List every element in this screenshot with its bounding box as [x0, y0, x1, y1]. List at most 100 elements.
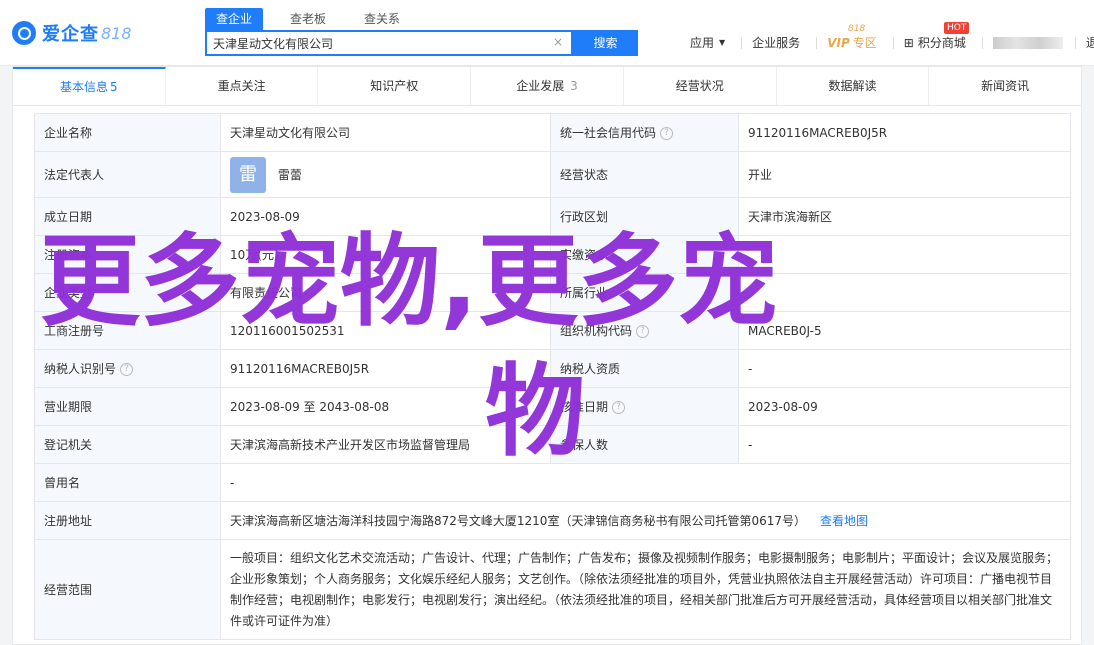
established-value: 2023-08-09 — [220, 197, 551, 236]
divider — [981, 36, 983, 49]
vip-zone-label: 专区 — [852, 36, 877, 50]
biz-reg-no-value: 120116001502531 — [220, 311, 551, 350]
paid-capital-value — [738, 235, 1071, 274]
table-row: 注册地址 天津滨海高新区塘沽海洋科技园宁海路872号文峰大厦1210室（天津锦信… — [34, 501, 1071, 540]
divider — [816, 36, 818, 49]
table-row: 注册资本 10万(元) 实缴资本 — [34, 235, 1071, 274]
term-label: 营业期限 — [34, 387, 221, 426]
user-name-blurred[interactable] — [992, 36, 1063, 49]
former-name-value: - — [220, 463, 1071, 502]
nav-apply-label: 应用 — [690, 36, 715, 50]
help-icon[interactable]: ? — [660, 127, 674, 140]
taxpayer-id-label-text: 纳税人识别号 — [44, 362, 117, 376]
taxpayer-quali-label: 纳税人资质 — [550, 349, 739, 388]
industry-value — [738, 273, 1071, 312]
module-tabs: 基本信息 5 重点关注 知识产权 企业发展 3 经营状况 数据解读 新闻资讯 — [12, 66, 1082, 106]
tab-label: 数据解读 — [828, 79, 877, 93]
nav-points-label: 积分商城 — [917, 36, 966, 50]
nav-logout[interactable]: 退出 — [1086, 34, 1094, 51]
insured-label: 参保人数 — [550, 425, 739, 464]
term-value: 2023-08-09 至 2043-08-08 — [220, 387, 551, 426]
search-input[interactable] — [213, 34, 543, 52]
clear-icon[interactable]: × — [553, 35, 563, 49]
search-tabs: 查企业 查老板 查关系 — [205, 8, 427, 30]
legal-rep-name[interactable]: 雷蕾 — [278, 168, 302, 182]
tab-development[interactable]: 企业发展 3 — [471, 67, 624, 105]
table-row: 曾用名 - — [34, 463, 1071, 502]
approval-date-value: 2023-08-09 — [738, 387, 1071, 426]
approval-date-label-text: 核准日期 — [560, 400, 609, 414]
legal-rep-cell: 雷 雷蕾 — [220, 151, 551, 198]
paid-capital-label: 实缴资本 — [550, 235, 739, 274]
table-row: 纳税人识别号? 91120116MACREB0J5R 纳税人资质 - — [34, 349, 1071, 388]
vip-label: VIP — [827, 35, 850, 50]
table-row: 登记机关 天津滨海高新技术产业开发区市场监督管理局 参保人数 - — [34, 425, 1071, 464]
divider — [741, 36, 743, 49]
table-row: 工商注册号 120116001502531 组织机构代码? MACREB0J-5 — [34, 311, 1071, 350]
insured-value: - — [738, 425, 1071, 464]
basic-info-table: 企业名称 天津星动文化有限公司 统一社会信用代码? 91120116MACREB… — [34, 113, 1071, 640]
tab-label: 基本信息 — [60, 80, 109, 94]
table-row: 企业名称 天津星动文化有限公司 统一社会信用代码? 91120116MACREB… — [34, 113, 1071, 152]
industry-label: 所属行业 — [550, 273, 739, 312]
credit-code-label: 统一社会信用代码? — [550, 113, 739, 152]
table-row: 经营范围 一般项目：组织文化艺术交流活动；广告设计、代理；广告制作；广告发布；摄… — [34, 539, 1071, 640]
tab-search-relation[interactable]: 查关系 — [353, 8, 411, 30]
address-value: 天津滨海高新区塘沽海洋科技园宁海路872号文峰大厦1210室（天津锦信商务秘书有… — [230, 514, 806, 528]
status-value: 开业 — [738, 151, 1071, 198]
table-row: 成立日期 2023-08-09 行政区划 天津市滨海新区 — [34, 197, 1071, 236]
logo-search-icon — [12, 21, 36, 45]
credit-code-label-text: 统一社会信用代码 — [560, 126, 657, 140]
company-type-label: 企业类型 — [34, 273, 221, 312]
tab-count: 5 — [110, 80, 118, 94]
tab-search-boss[interactable]: 查老板 — [279, 8, 337, 30]
tab-search-company[interactable]: 查企业 — [205, 8, 264, 30]
taxpayer-quali-value: - — [738, 349, 1071, 388]
view-map-link[interactable]: 查看地图 — [820, 514, 868, 528]
nav-points-mall[interactable]: ⊞ 积分商城 — [904, 34, 966, 51]
company-name-label: 企业名称 — [34, 113, 221, 152]
tab-key-focus[interactable]: 重点关注 — [166, 67, 319, 105]
top-header: 爱企查 818 查企业 查老板 查关系 × 搜索 818 HOT 应用 ▼ 企业… — [0, 0, 1094, 66]
basic-info-panel: 企业名称 天津星动文化有限公司 统一社会信用代码? 91120116MACREB… — [12, 106, 1082, 645]
reg-capital-label: 注册资本 — [34, 235, 221, 274]
company-name: 天津星动文化有限公司 — [220, 113, 551, 152]
tab-operations[interactable]: 经营状况 — [624, 67, 777, 105]
status-label: 经营状态 — [550, 151, 739, 198]
org-code-label: 组织机构代码? — [550, 311, 739, 350]
authority-value: 天津滨海高新技术产业开发区市场监督管理局 — [220, 425, 551, 464]
search-button[interactable]: 搜索 — [573, 30, 638, 56]
tab-news[interactable]: 新闻资讯 — [929, 67, 1081, 105]
scope-cell: 一般项目：组织文化艺术交流活动；广告设计、代理；广告制作；广告发布；摄像及视频制… — [220, 539, 1071, 640]
nav-service[interactable]: 企业服务 — [752, 34, 800, 51]
tab-label: 重点关注 — [217, 79, 266, 93]
nav-apply[interactable]: 应用 ▼ — [690, 34, 725, 51]
tab-label: 新闻资讯 — [981, 79, 1030, 93]
reg-capital-value: 10万(元) — [220, 235, 551, 274]
logo-text: 爱企查 — [42, 24, 99, 45]
gift-icon: ⊞ — [903, 35, 914, 50]
biz-reg-no-label: 工商注册号 — [34, 311, 221, 350]
help-icon[interactable]: ? — [120, 363, 134, 376]
table-row: 企业类型 有限责任公司 所属行业 — [34, 273, 1071, 312]
logo[interactable]: 爱企查 818 — [12, 20, 132, 46]
help-icon[interactable]: ? — [612, 401, 626, 414]
authority-label: 登记机关 — [34, 425, 221, 464]
tab-label: 经营状况 — [675, 79, 724, 93]
tab-data-analysis[interactable]: 数据解读 — [777, 67, 930, 105]
tab-label: 知识产权 — [370, 79, 419, 93]
help-icon[interactable]: ? — [636, 325, 650, 338]
former-name-label: 曾用名 — [34, 463, 221, 502]
logo-sub: 818 — [101, 23, 132, 43]
scope-value: 一般项目：组织文化艺术交流活动；广告设计、代理；广告制作；广告发布；摄像及视频制… — [230, 550, 1059, 628]
tab-basic-info[interactable]: 基本信息 5 — [13, 67, 166, 105]
tab-intellectual-property[interactable]: 知识产权 — [318, 67, 472, 105]
nav-vip-zone[interactable]: VIP 专区 — [827, 34, 877, 51]
table-row: 营业期限 2023-08-09 至 2043-08-08 核准日期? 2023-… — [34, 387, 1071, 426]
scope-label: 经营范围 — [34, 539, 221, 640]
legal-rep-label: 法定代表人 — [34, 151, 221, 198]
taxpayer-id-value: 91120116MACREB0J5R — [220, 349, 551, 388]
address-label: 注册地址 — [34, 501, 221, 540]
divider — [892, 36, 894, 49]
org-code-value: MACREB0J-5 — [738, 311, 1071, 350]
